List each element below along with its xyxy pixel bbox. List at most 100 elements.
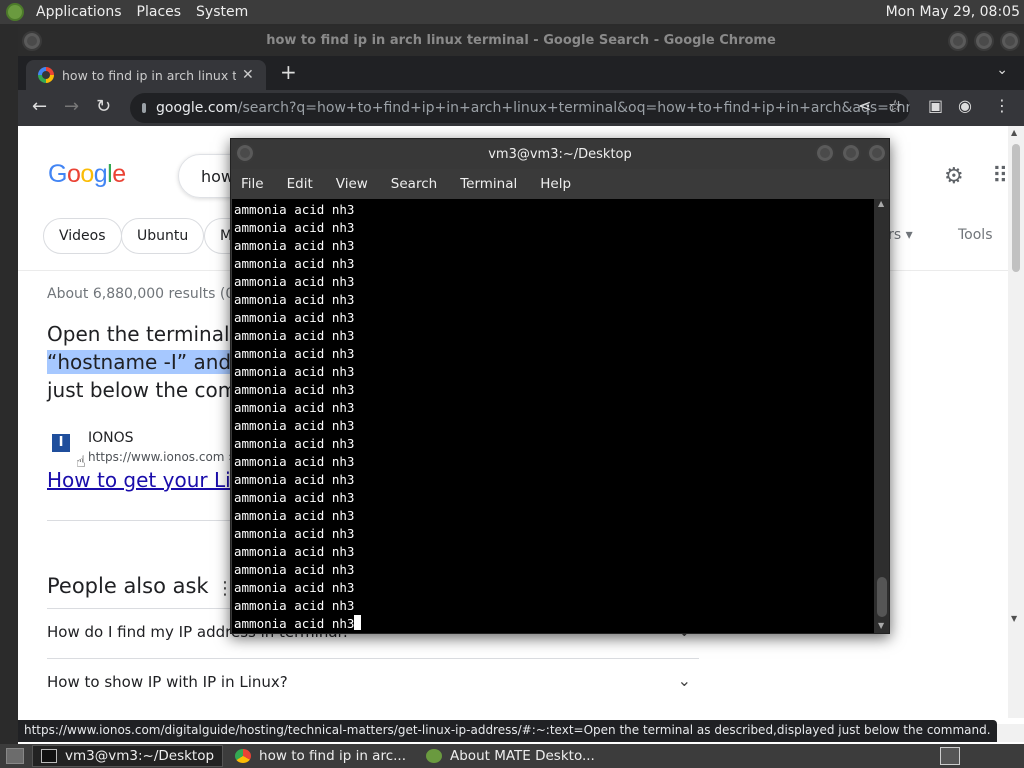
taskbar-item-label: vm3@vm3:~/Desktop bbox=[65, 748, 215, 764]
terminal-line: ammonia acid nh3 bbox=[234, 202, 355, 217]
tab-close-icon[interactable]: ✕ bbox=[242, 67, 254, 83]
terminal-menu-file[interactable]: File bbox=[241, 171, 264, 197]
window-menu-icon[interactable] bbox=[22, 31, 42, 51]
new-tab-button[interactable]: + bbox=[280, 60, 297, 84]
url-host: google.com bbox=[156, 100, 238, 116]
taskbar-item-terminal[interactable]: vm3@vm3:~/Desktop bbox=[32, 745, 224, 767]
taskbar-item-chrome[interactable]: how to find ip in arc... bbox=[227, 745, 414, 767]
scroll-down-arrow-icon[interactable]: ▼ bbox=[878, 621, 884, 630]
terminal-cursor bbox=[354, 615, 362, 630]
terminal-line: ammonia acid nh3 bbox=[234, 238, 355, 253]
paa-question[interactable]: How to show IP with IP in Linux? ⌄ bbox=[47, 658, 699, 706]
back-arrow-icon[interactable]: ← bbox=[32, 96, 47, 117]
side-panel-icon[interactable]: ▣ bbox=[928, 96, 943, 115]
terminal-line: ammonia acid nh3 bbox=[234, 615, 874, 633]
panel-clock[interactable]: Mon May 29, 08:05 bbox=[886, 4, 1020, 20]
window-menu-buttons bbox=[22, 31, 42, 51]
terminal-scrollbar-thumb[interactable] bbox=[877, 577, 887, 617]
terminal-line: ammonia acid nh3 bbox=[234, 382, 355, 397]
chip-ubuntu[interactable]: Ubuntu bbox=[121, 218, 205, 254]
terminal-line: ammonia acid nh3 bbox=[234, 220, 355, 235]
terminal-minimize-button[interactable] bbox=[815, 143, 835, 163]
terminal-maximize-button[interactable] bbox=[841, 143, 861, 163]
address-bar[interactable]: google.com /search?q=how+to+find+ip+in+a… bbox=[130, 93, 910, 123]
terminal-menu-help[interactable]: Help bbox=[540, 171, 571, 197]
ionos-favicon-icon: I bbox=[52, 434, 70, 452]
close-button[interactable] bbox=[1000, 31, 1020, 51]
taskbar-item-label: how to find ip in arc... bbox=[259, 748, 406, 764]
scroll-up-arrow-icon[interactable]: ▲ bbox=[878, 199, 884, 208]
link-status-bubble: https://www.ionos.com/digitalguide/hosti… bbox=[18, 720, 997, 742]
terminal-menu-view[interactable]: View bbox=[336, 171, 368, 197]
menu-applications[interactable]: Applications bbox=[30, 4, 131, 20]
reload-icon[interactable]: ↻ bbox=[96, 96, 111, 117]
people-also-ask-heading: People also ask bbox=[47, 574, 209, 598]
paa-question-text: How to show IP with IP in Linux? bbox=[47, 673, 288, 691]
google-logo[interactable]: Google bbox=[48, 160, 126, 189]
terminal-line: ammonia acid nh3 bbox=[234, 490, 355, 505]
scrollbar-thumb[interactable] bbox=[1012, 144, 1020, 272]
terminal-line: ammonia acid nh3 bbox=[234, 364, 355, 379]
terminal-line: ammonia acid nh3 bbox=[234, 598, 355, 613]
terminal-line: ammonia acid nh3 bbox=[234, 256, 355, 271]
url-path: /search?q=how+to+find+ip+in+arch+linux+t… bbox=[237, 100, 910, 116]
terminal-line: ammonia acid nh3 bbox=[234, 328, 355, 343]
scroll-down-arrow-icon[interactable]: ▼ bbox=[1011, 614, 1017, 623]
terminal-menu-search[interactable]: Search bbox=[391, 171, 437, 197]
tab-label: how to find ip in arch linux terminal - … bbox=[62, 67, 236, 83]
chrome-icon bbox=[235, 749, 252, 763]
maximize-button[interactable] bbox=[974, 31, 994, 51]
profile-avatar-icon[interactable]: ◉ bbox=[958, 96, 972, 115]
tools-button[interactable]: Tools bbox=[958, 227, 993, 243]
terminal-window-menu bbox=[235, 143, 255, 163]
menu-places[interactable]: Places bbox=[131, 4, 191, 20]
terminal-line: ammonia acid nh3 bbox=[234, 310, 355, 325]
bookmark-star-icon[interactable]: ☆ bbox=[888, 96, 902, 115]
terminal-scrollbar[interactable]: ▲ ▼ bbox=[874, 199, 889, 633]
lock-icon[interactable] bbox=[142, 103, 146, 113]
menu-system[interactable]: System bbox=[190, 4, 257, 20]
chevron-down-icon[interactable]: ⌄ bbox=[678, 671, 691, 690]
mate-icon bbox=[426, 749, 442, 763]
terminal-output[interactable]: ammonia acid nh3 ammonia acid nh3 ammonia … bbox=[232, 199, 874, 633]
chip-videos[interactable]: Videos bbox=[43, 218, 122, 254]
google-favicon-icon bbox=[38, 67, 54, 83]
terminal-line: ammonia acid nh3 bbox=[234, 472, 355, 487]
terminal-line: ammonia acid nh3 bbox=[234, 526, 355, 541]
forward-arrow-icon[interactable]: → bbox=[64, 96, 79, 117]
scroll-up-arrow-icon[interactable]: ▲ bbox=[1011, 128, 1017, 137]
result-title-link[interactable]: How to get your Linu bbox=[47, 468, 256, 492]
result-divider bbox=[47, 520, 247, 521]
top-panel: Applications Places System Mon May 29, 0… bbox=[0, 0, 1024, 24]
mate-logo-icon[interactable] bbox=[6, 3, 24, 21]
terminal-line: ammonia acid nh3 bbox=[234, 274, 355, 289]
terminal-menu-terminal[interactable]: Terminal bbox=[460, 171, 517, 197]
share-icon[interactable]: ⋖ bbox=[858, 96, 871, 115]
source-url: https://www.ionos.com › ... bbox=[88, 450, 249, 464]
terminal-line: ammonia acid nh3 bbox=[234, 400, 355, 415]
terminal-close-button[interactable] bbox=[867, 143, 887, 163]
terminal-menu-edit[interactable]: Edit bbox=[287, 171, 313, 197]
minimize-button[interactable] bbox=[948, 31, 968, 51]
show-desktop-icon[interactable] bbox=[6, 748, 24, 764]
terminal-window: vm3@vm3:~/Desktop File Edit View Search … bbox=[230, 138, 890, 634]
terminal-line: ammonia acid nh3 bbox=[234, 562, 355, 577]
terminal-line: ammonia acid nh3 bbox=[234, 544, 355, 559]
settings-gear-icon[interactable]: ⚙ bbox=[944, 164, 964, 189]
terminal-window-menu-icon[interactable] bbox=[235, 143, 255, 163]
terminal-title: vm3@vm3:~/Desktop bbox=[231, 139, 889, 169]
browser-toolbar: ← → ↻ google.com /search?q=how+to+find+i… bbox=[18, 90, 1024, 126]
terminal-line: ammonia acid nh3 bbox=[234, 454, 355, 469]
taskbar-item-about-mate[interactable]: About MATE Deskto... bbox=[418, 745, 603, 767]
source-name: IONOS bbox=[88, 430, 134, 446]
chrome-menu-icon[interactable]: ⋮ bbox=[994, 96, 1010, 115]
google-apps-grid-icon[interactable]: ⠿ bbox=[992, 164, 1008, 189]
terminal-line: ammonia acid nh3 bbox=[234, 418, 355, 433]
tab-search-chevron-icon[interactable]: ⌄ bbox=[996, 62, 1008, 78]
page-scrollbar[interactable] bbox=[1008, 126, 1024, 718]
terminal-window-controls bbox=[815, 143, 887, 163]
tab-google-search[interactable]: how to find ip in arch linux terminal - … bbox=[26, 60, 266, 90]
bottom-panel: vm3@vm3:~/Desktop how to find ip in arc.… bbox=[0, 744, 1024, 768]
taskbar-item-label: About MATE Deskto... bbox=[450, 748, 595, 764]
workspace-switcher[interactable] bbox=[940, 747, 960, 765]
